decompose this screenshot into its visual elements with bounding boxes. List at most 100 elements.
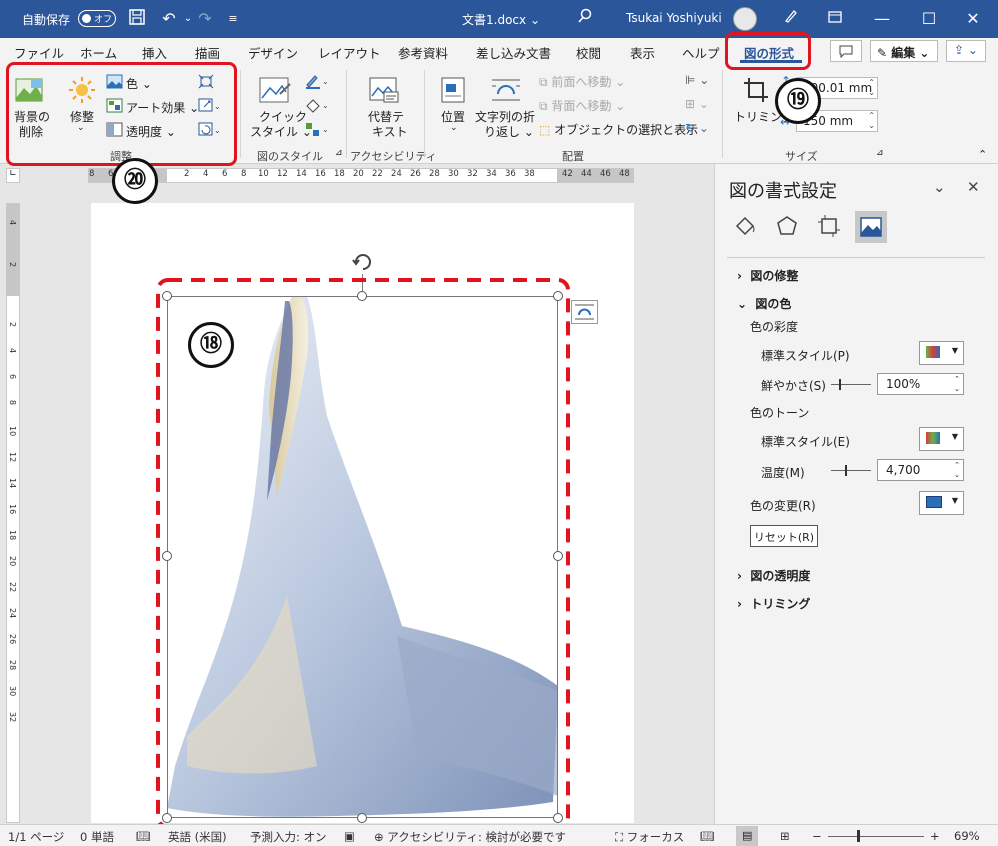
read-mode-icon[interactable]: 📖︎ xyxy=(700,829,715,843)
separator xyxy=(346,70,347,158)
vividness-input[interactable]: 100% ⌃ ⌄ xyxy=(877,373,964,395)
minimize-icon[interactable]: — xyxy=(871,8,893,30)
picture-border-icon[interactable]: ⌄ xyxy=(305,74,329,89)
svg-text:⌄: ⌄ xyxy=(322,77,329,86)
recolor-dropdown[interactable]: ▼ xyxy=(919,491,964,515)
temperature-slider[interactable] xyxy=(831,465,871,476)
arrange-group-label: 配置 xyxy=(562,150,584,163)
text-predictions[interactable]: 予測入力: オン xyxy=(250,829,327,845)
section-crop[interactable]: › トリミング xyxy=(737,595,810,612)
saturation-label: 色の彩度 xyxy=(750,320,799,334)
autosave-toggle[interactable]: オフ xyxy=(78,10,116,27)
zoom-out-button[interactable]: − xyxy=(812,829,822,843)
pane-options-icon[interactable]: ⌄ xyxy=(933,178,946,196)
word-count[interactable]: 0 単語 xyxy=(80,829,114,845)
tab-file[interactable]: ファイル xyxy=(14,43,64,62)
tab-layout[interactable]: レイアウト xyxy=(318,43,381,62)
horizontal-ruler[interactable]: 8642246810121416182022242628303234363842… xyxy=(88,168,634,183)
customize-qat-icon[interactable]: ≡ xyxy=(222,8,244,30)
zoom-in-button[interactable]: + xyxy=(930,829,940,843)
print-layout-button[interactable]: ▤ xyxy=(736,826,758,846)
tab-insert[interactable]: 挿入 xyxy=(142,43,167,62)
bring-forward-button[interactable]: ⧉ 前面へ移動 ⌄ xyxy=(539,73,625,90)
separator xyxy=(722,70,723,158)
effects-tab-icon[interactable] xyxy=(773,212,801,240)
ribbon-display-icon[interactable] xyxy=(824,8,846,30)
save-icon[interactable] xyxy=(126,8,148,30)
user-name[interactable]: Tsukai Yoshiyuki xyxy=(626,11,722,25)
selection-pane-button[interactable]: ⬚ オブジェクトの選択と表示 xyxy=(539,121,698,138)
redo-icon[interactable]: ↷ xyxy=(194,8,216,30)
tab-mailings[interactable]: 差し込み文書 xyxy=(476,43,551,62)
tab-design[interactable]: デザイン xyxy=(248,43,298,62)
picture-layout-icon[interactable]: ⌄ xyxy=(305,122,329,137)
zoom-level[interactable]: 69% xyxy=(954,829,980,843)
picture-tab[interactable] xyxy=(855,211,887,243)
macro-icon[interactable]: ▣ xyxy=(344,829,355,843)
web-layout-icon[interactable]: ⊞ xyxy=(780,829,790,843)
fill-line-tab-icon[interactable] xyxy=(731,212,759,240)
layout-properties-tab-icon[interactable] xyxy=(815,212,843,240)
vertical-ruler[interactable]: 4 2 2 4 6 8 10 12 14 16 18 20 22 24 26 28 30 32 xyxy=(6,203,20,823)
page-count[interactable]: 1/1 ページ xyxy=(8,829,64,845)
annotation-number-19: ⑲ xyxy=(775,78,821,124)
layout-options-button[interactable] xyxy=(571,300,598,324)
format-picture-pane: 図の書式設定 ⌄ ✕ › 図の修整 ⌄ 図の色 色の彩度 標準スタイル(P) ▼… xyxy=(714,164,998,824)
tab-view[interactable]: 表示 xyxy=(630,43,655,62)
pen-icon[interactable] xyxy=(780,8,802,30)
tab-review[interactable]: 校閲 xyxy=(576,43,601,62)
zoom-slider-thumb[interactable] xyxy=(857,830,860,842)
crop-icon[interactable] xyxy=(742,76,770,104)
editing-button[interactable]: ✎ 編集 ⌄ xyxy=(870,40,938,62)
tab-references[interactable]: 参考資料 xyxy=(398,43,448,62)
tone-presets-label: 標準スタイル(E) xyxy=(761,435,850,449)
tab-home[interactable]: ホーム xyxy=(80,43,117,62)
vividness-slider[interactable] xyxy=(831,379,871,390)
maximize-icon[interactable]: ☐ xyxy=(918,8,940,30)
picture-effects-icon[interactable]: ⌄ xyxy=(305,98,329,113)
autosave-label: 自動保存 xyxy=(22,13,71,27)
separator xyxy=(240,70,241,158)
temperature-input[interactable]: 4,700 ⌃ ⌄ xyxy=(877,459,964,481)
collapse-ribbon-icon[interactable]: ⌃ xyxy=(978,148,987,161)
dialog-launcher-icon[interactable]: ⊿ xyxy=(335,148,343,158)
search-icon[interactable] xyxy=(574,8,596,30)
wrap-text-icon[interactable] xyxy=(490,76,522,104)
tab-selector[interactable]: ∟ xyxy=(6,168,20,183)
rotate-icon[interactable]: ↻ ⌄ xyxy=(685,121,709,135)
proofing-icon[interactable]: 📖︎ xyxy=(136,829,151,843)
picture-tab-icon xyxy=(860,217,882,237)
quick-styles-icon[interactable] xyxy=(258,76,292,106)
close-icon[interactable]: ✕ xyxy=(962,8,984,30)
language[interactable]: 英語 (米国) xyxy=(168,829,227,845)
alt-text-icon[interactable] xyxy=(368,76,400,104)
alt-text-label-2: キスト xyxy=(372,125,408,139)
saturation-presets-dropdown[interactable]: ▼ xyxy=(919,341,964,365)
tab-help[interactable]: ヘルプ xyxy=(682,43,720,62)
section-picture-corrections[interactable]: › 図の修整 xyxy=(737,267,798,284)
avatar[interactable] xyxy=(733,7,757,31)
tab-draw[interactable]: 描画 xyxy=(195,43,220,62)
accessibility-status[interactable]: ⊕ アクセシビリティ: 検討が必要です xyxy=(374,829,566,845)
recolor-label: 色の変更(R) xyxy=(750,499,816,513)
focus-mode[interactable]: ⛶ フォーカス xyxy=(615,829,684,845)
section-picture-transparency[interactable]: › 図の透明度 xyxy=(737,567,810,584)
reset-button[interactable]: リセット(R) xyxy=(750,525,818,547)
position-dropdown-icon[interactable]: ⌄ xyxy=(450,123,458,133)
document-name[interactable]: 文書1.docx ⌄ xyxy=(462,11,540,28)
zoom-slider[interactable] xyxy=(828,836,924,837)
comments-button[interactable] xyxy=(830,40,862,62)
send-backward-button[interactable]: ⧉ 背面へ移動 ⌄ xyxy=(539,97,625,114)
position-icon[interactable] xyxy=(440,76,466,104)
align-icon[interactable]: ⊫ ⌄ xyxy=(685,73,709,87)
wrap-text-label-2: り返し ⌄ xyxy=(484,125,534,139)
tone-presets-dropdown[interactable]: ▼ xyxy=(919,427,964,451)
separator xyxy=(424,70,425,158)
pane-divider xyxy=(727,257,985,258)
share-button[interactable]: ⇪ ⌄ xyxy=(946,40,986,62)
pane-close-icon[interactable]: ✕ xyxy=(967,178,980,196)
rotate-handle-icon[interactable] xyxy=(351,250,375,274)
size-dialog-launcher-icon[interactable]: ⊿ xyxy=(876,148,884,158)
section-picture-color[interactable]: ⌄ 図の色 xyxy=(737,295,791,312)
group-icon[interactable]: ⊞ ⌄ xyxy=(685,97,709,111)
